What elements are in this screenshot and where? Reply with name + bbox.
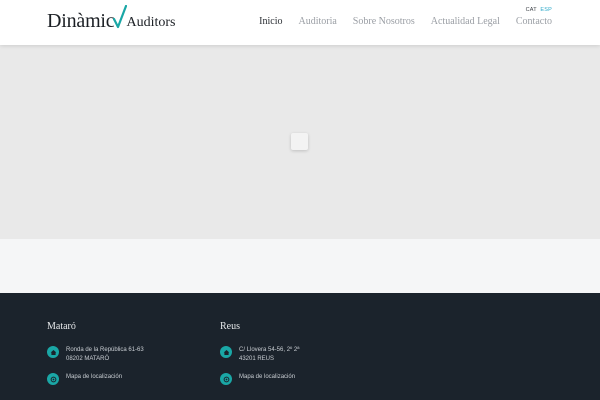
office-address: C/ Llovera 54-56, 2º 2ª 43201 REUS <box>220 346 380 364</box>
address-line-2: 43201 REUS <box>239 356 275 362</box>
hero-slider <box>0 45 600 239</box>
office-title: Reus <box>220 321 240 332</box>
map-link-label[interactable]: Mapa de localización <box>66 373 122 382</box>
nav-item-inicio[interactable]: Inicio <box>259 16 282 27</box>
lang-esp-link[interactable]: ESP <box>540 7 552 13</box>
content-band <box>0 239 600 293</box>
site-header: Dinàmic Auditors CAT ESP Inicio Auditori… <box>0 0 600 45</box>
address-line-1: C/ Llovera 54-56, 2º 2ª <box>239 347 300 353</box>
nav-item-auditoria[interactable]: Auditoria <box>298 16 336 27</box>
address-line-2: 08202 MATARÓ <box>66 356 110 362</box>
location-icon <box>47 373 59 385</box>
logo-name: Dinàmic <box>47 10 115 32</box>
site-footer: Mataró Ronda de la República 61-63 08202… <box>0 293 600 400</box>
office-reus: Reus C/ Llovera 54-56, 2º 2ª 43201 REUS … <box>220 321 380 394</box>
office-map-link[interactable]: Mapa de localización <box>220 373 380 385</box>
checkmark-icon <box>113 5 128 29</box>
office-title: Mataró <box>47 321 76 332</box>
lang-cat-link[interactable]: CAT <box>526 7 537 13</box>
nav-item-contacto[interactable]: Contacto <box>516 16 552 27</box>
language-switcher: CAT ESP <box>524 7 552 13</box>
map-link-label[interactable]: Mapa de localización <box>239 373 295 382</box>
nav-item-sobre-nosotros[interactable]: Sobre Nosotros <box>353 16 415 27</box>
logo-subtitle: Auditors <box>126 15 176 30</box>
home-icon <box>47 346 59 358</box>
location-icon <box>220 373 232 385</box>
nav-item-actualidad-legal[interactable]: Actualidad Legal <box>431 16 500 27</box>
address-line-1: Ronda de la República 61-63 <box>66 347 144 353</box>
office-mataro: Mataró Ronda de la República 61-63 08202… <box>47 321 207 394</box>
main-nav: Inicio Auditoria Sobre Nosotros Actualid… <box>243 16 552 27</box>
home-icon <box>220 346 232 358</box>
site-logo[interactable]: Dinàmic Auditors <box>47 5 175 31</box>
loading-spinner <box>291 133 308 150</box>
office-map-link[interactable]: Mapa de localización <box>47 373 207 385</box>
office-address: Ronda de la República 61-63 08202 MATARÓ <box>47 346 207 364</box>
